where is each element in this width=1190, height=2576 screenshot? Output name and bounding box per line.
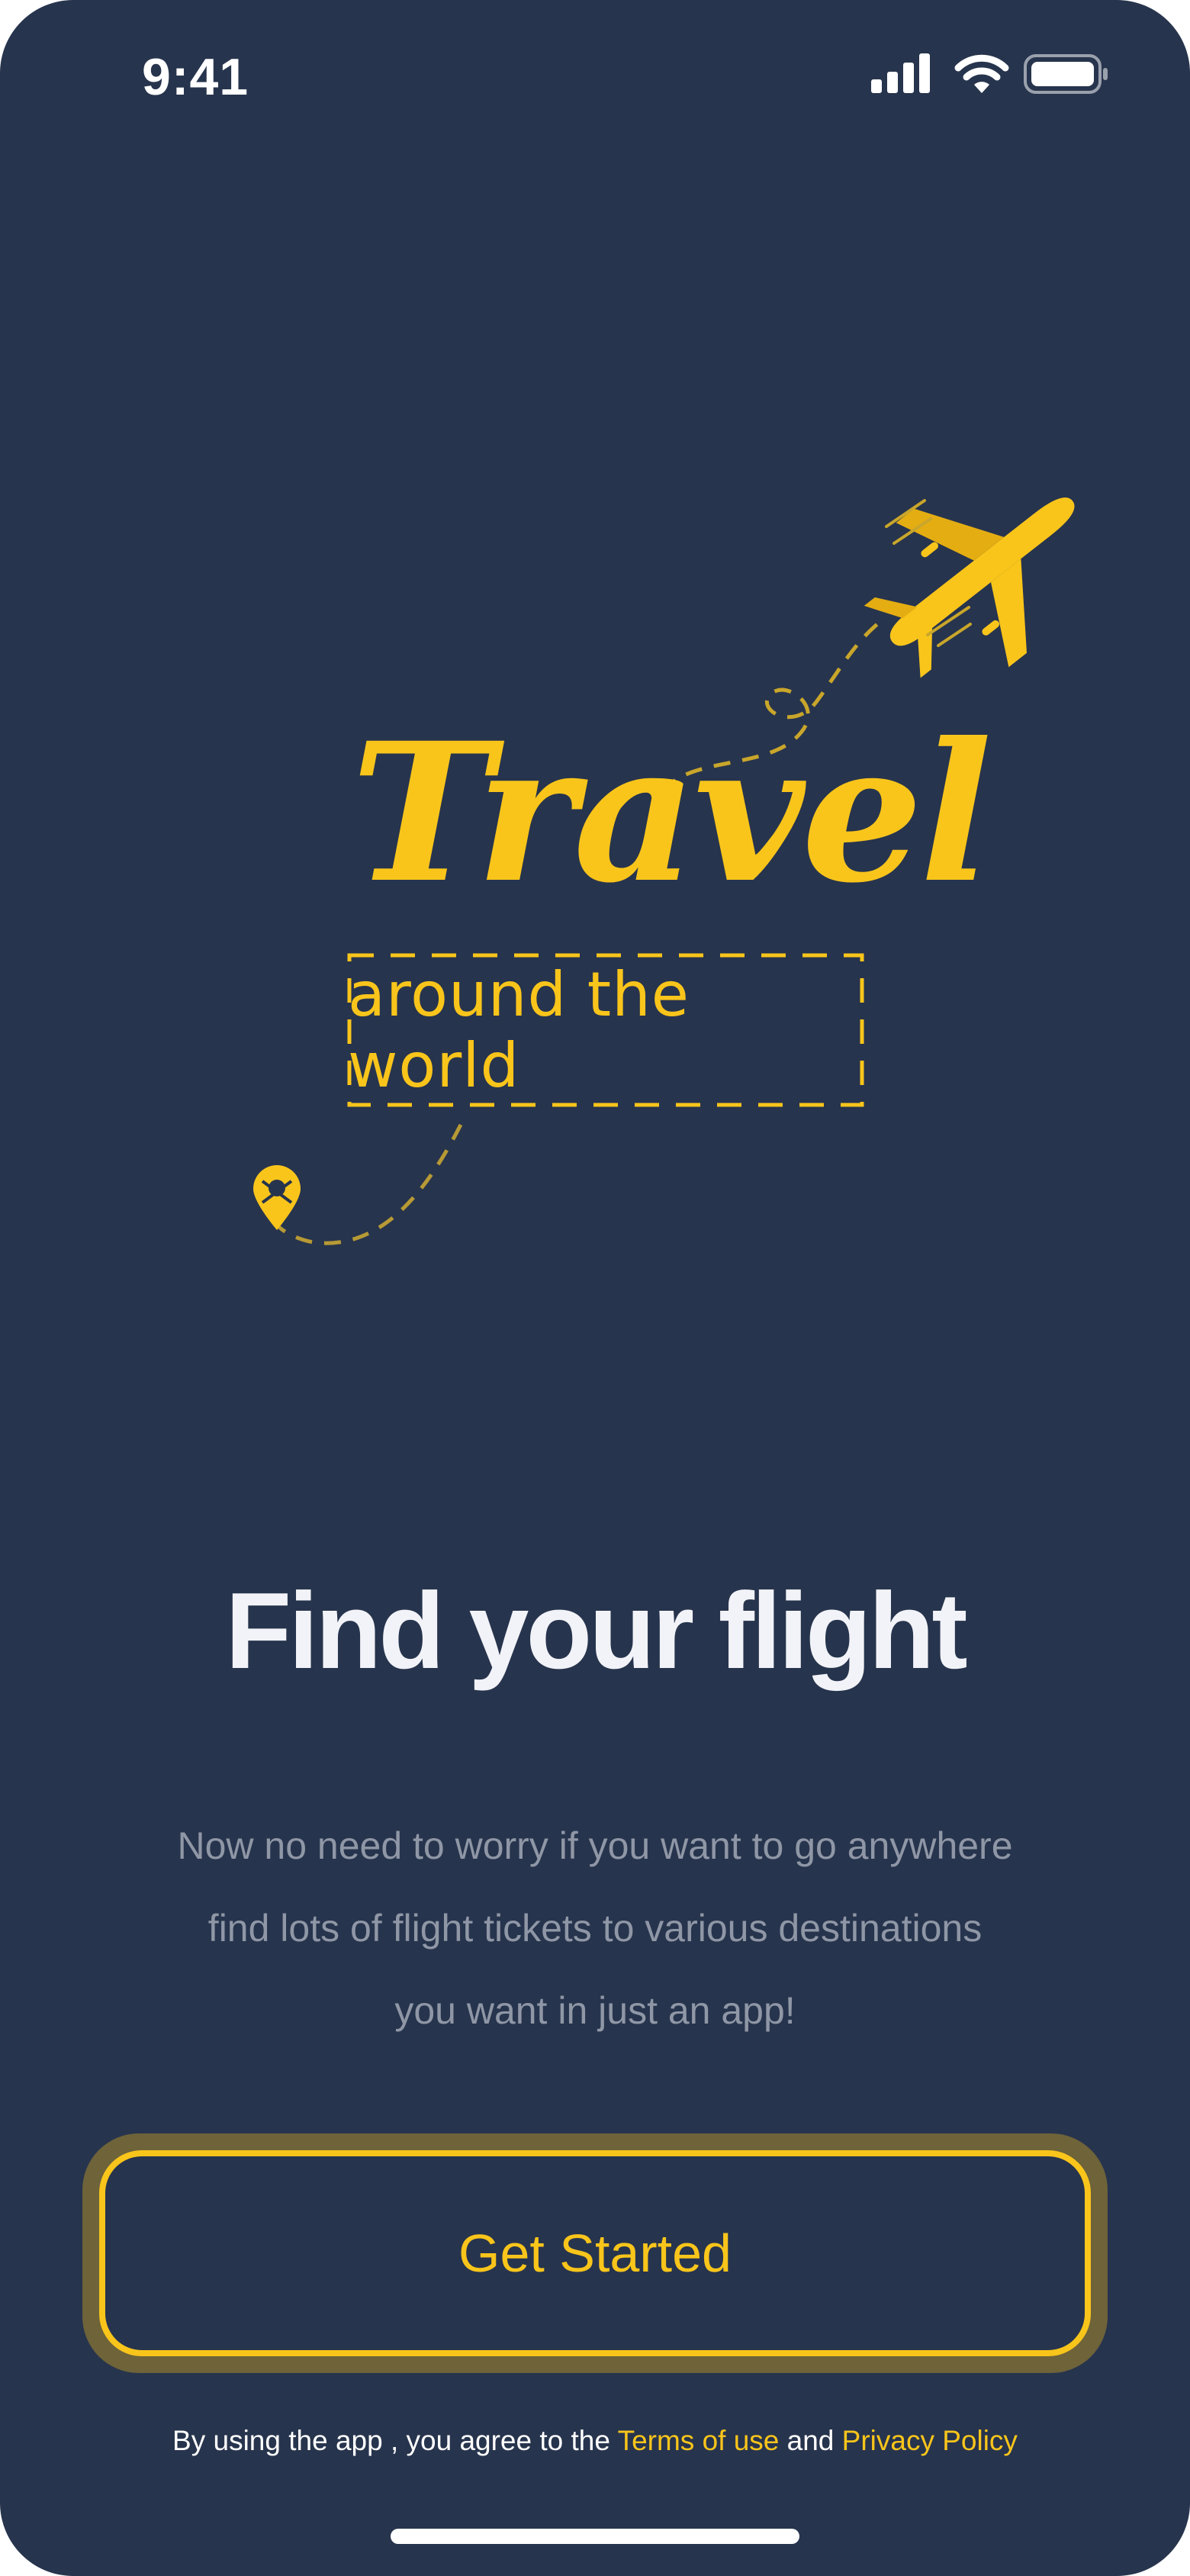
description: Now no need to worry if you want to go a… (114, 1805, 1076, 2052)
tagline-text: around the world (348, 959, 690, 1101)
description-line: Now no need to worry if you want to go a… (177, 1824, 1013, 1867)
logo-text: Travel (351, 700, 992, 925)
legal-notice: By using the app , you agree to the Term… (0, 2425, 1190, 2457)
get-started-button[interactable]: Get Started (99, 2150, 1091, 2356)
terms-of-use-link[interactable]: Terms of use (618, 2425, 780, 2456)
privacy-policy-link[interactable]: Privacy Policy (842, 2425, 1018, 2456)
description-line: you want in just an app! (394, 1989, 796, 2032)
location-pin-icon (253, 1165, 301, 1230)
description-line: find lots of flight tickets to various d… (207, 1907, 983, 1950)
home-indicator[interactable] (391, 2529, 799, 2544)
legal-joiner: and (779, 2425, 842, 2456)
airplane-icon (864, 497, 1075, 678)
hero-illustration: Travel around the world (0, 0, 1190, 1297)
legal-prefix: By using the app , you agree to the (172, 2425, 618, 2456)
page-title: Find your flight (225, 1570, 967, 1692)
onboarding-screen: 9:41 Travel around the world Find your f… (0, 0, 1190, 2576)
tagline-box: around the world (348, 954, 864, 1106)
